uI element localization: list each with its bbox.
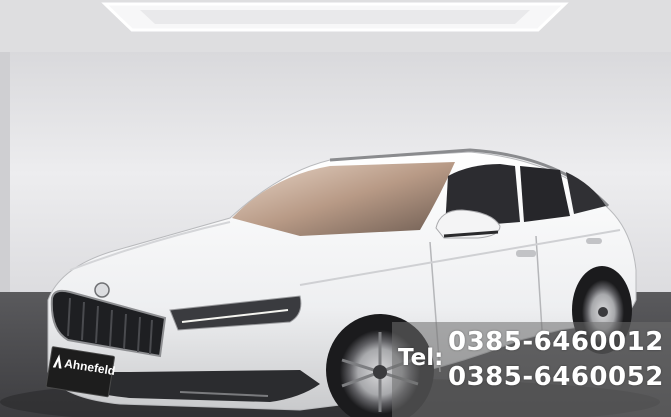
- dealer-plate-text: Ahnefeld: [63, 356, 117, 379]
- front-door-handle: [516, 250, 536, 257]
- phone-label: Tel:: [398, 345, 444, 371]
- left-wall-edge: [0, 52, 10, 295]
- front-wheel-hub: [373, 365, 387, 379]
- rear-wheel-hub: [598, 307, 608, 317]
- phone-number-1: 0385-6460012: [448, 327, 664, 357]
- ceiling-light-inner: [140, 10, 530, 24]
- rear-door-handle: [586, 238, 602, 244]
- dealer-logo-icon: [53, 354, 64, 369]
- brand-badge: [94, 282, 110, 298]
- phone-number-2: 0385-6460052: [448, 362, 664, 392]
- car-photo: Ahnefeld Tel: 0385-6460012 0385-6460052: [0, 0, 671, 417]
